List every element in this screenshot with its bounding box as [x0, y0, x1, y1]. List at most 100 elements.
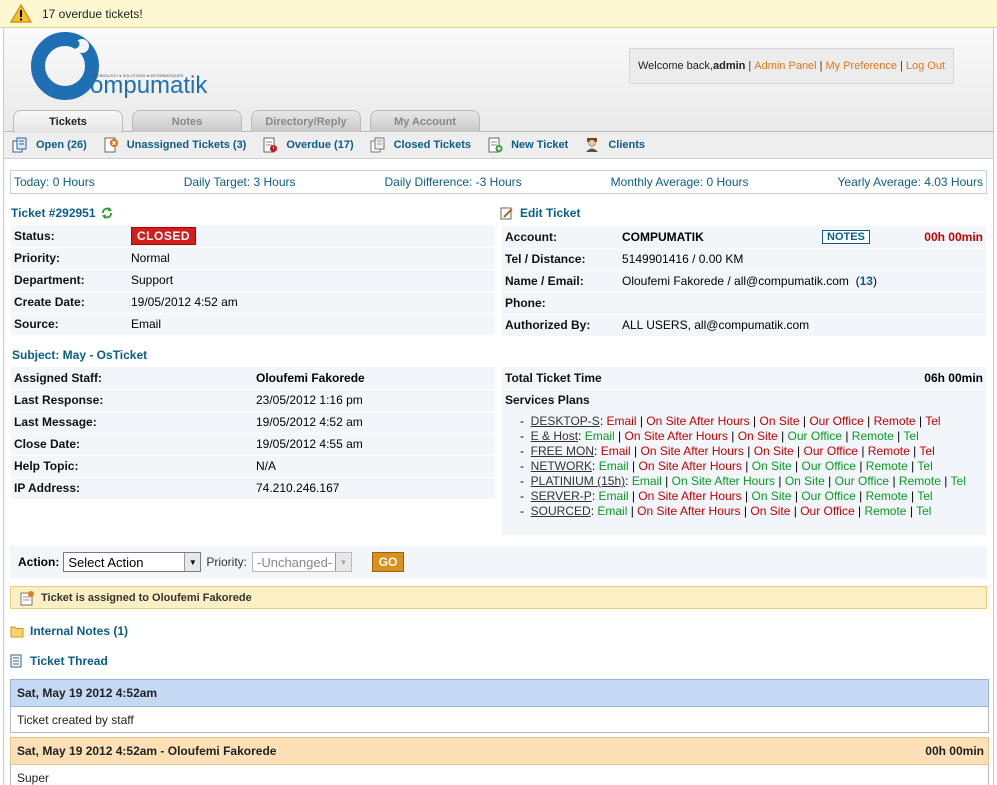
- tab-notes[interactable]: Notes: [132, 110, 242, 132]
- help-topic-label: Help Topic:: [11, 455, 253, 478]
- table-row: Source: Email: [11, 313, 495, 336]
- table-row: Priority: Normal: [11, 247, 495, 270]
- service-option: Our Office: [803, 444, 858, 458]
- chevron-down-icon: ▼: [184, 553, 201, 571]
- table-row: Assigned Staff: Oloufemi Fakorede: [11, 367, 495, 390]
- service-plan-name[interactable]: DESKTOP-S: [531, 414, 600, 428]
- subnav-clients[interactable]: Clients: [584, 137, 645, 153]
- name-email-value: Oloufemi Fakorede / all@compumatik.com: [622, 274, 849, 288]
- priority-value: Normal: [128, 247, 495, 270]
- subnav-open[interactable]: Open (26): [12, 137, 87, 153]
- table-row: Last Message: 19/05/2012 4:52 am: [11, 411, 495, 434]
- unassigned-icon: [104, 137, 118, 153]
- service-plan-row: - DESKTOP-S: Email | On Site After Hours…: [520, 414, 941, 428]
- go-button[interactable]: GO: [372, 552, 404, 572]
- stat-monthly-average: Monthly Average: 0 Hours: [610, 175, 749, 189]
- subnav-unassigned-label: Unassigned Tickets (3): [126, 139, 247, 151]
- create-date-value: 19/05/2012 4:52 am: [128, 291, 495, 314]
- service-plan-row: - FREE MON: Email | On Site After Hours …: [520, 444, 935, 458]
- assigned-staff-value: Oloufemi Fakorede: [253, 367, 495, 390]
- subnav-closed[interactable]: Closed Tickets: [370, 137, 471, 153]
- ip-address-label: IP Address:: [11, 477, 253, 500]
- logo-tagline: TECHNOLOGY ● SOLUTIONS ● INFORMATIQUES: [90, 73, 184, 78]
- refresh-icon[interactable]: [100, 206, 114, 220]
- logout-link[interactable]: Log Out: [906, 60, 945, 72]
- ticket-subnav: Open (26) Unassigned Tickets (3) Overdue…: [4, 132, 993, 159]
- service-plan-row: - SOURCED: Email | On Site After Hours |…: [520, 504, 932, 518]
- service-option: On Site: [750, 504, 791, 518]
- assignment-text: Ticket is assigned to Oloufemi Fakorede: [41, 591, 252, 604]
- action-label: Action:: [18, 555, 60, 569]
- service-option: Email: [631, 474, 662, 488]
- action-select[interactable]: Select Action ▼: [63, 552, 202, 572]
- service-option: On Site: [784, 474, 825, 488]
- stat-daily-target: Daily Target: 3 Hours: [183, 175, 296, 189]
- ticket-number-heading[interactable]: Ticket #292951: [11, 206, 114, 220]
- folder-icon: [10, 626, 24, 637]
- service-option: Remote: [873, 414, 916, 428]
- username: admin: [712, 60, 746, 72]
- status-badge: CLOSED: [131, 226, 197, 245]
- department-value: Support: [128, 269, 495, 292]
- status-label: Status:: [11, 225, 128, 248]
- table-row: Create Date: 19/05/2012 4:52 am: [11, 291, 495, 314]
- service-plan-name[interactable]: SERVER-P: [531, 489, 592, 503]
- main-frame: ompumatik TECHNOLOGY ● SOLUTIONS ● INFOR…: [3, 28, 994, 785]
- warning-icon: [10, 4, 32, 23]
- account-label: Account:: [502, 226, 619, 249]
- table-row: Status: CLOSED: [11, 225, 495, 248]
- service-plan-name[interactable]: NETWORK: [531, 459, 592, 473]
- create-date-label: Create Date:: [11, 291, 128, 314]
- table-row: Services Plans: [502, 389, 986, 412]
- service-option: Tel: [916, 504, 932, 518]
- service-option: Our Office: [787, 429, 842, 443]
- priority-select[interactable]: -Unchanged- ▼: [252, 552, 352, 572]
- subnav-overdue[interactable]: Overdue (17): [262, 137, 354, 153]
- main-tabs: Tickets Notes Directory/Reply My Account: [4, 110, 993, 133]
- service-plan-row: - NETWORK: Email | On Site After Hours |…: [520, 459, 933, 473]
- clients-icon: [586, 138, 599, 152]
- service-plan-name[interactable]: PLATINIUM (15h): [531, 474, 625, 488]
- service-plan-name[interactable]: SOURCED: [531, 504, 591, 518]
- service-option: Tel: [903, 429, 919, 443]
- tab-my-account[interactable]: My Account: [370, 110, 480, 132]
- ticket-count-link[interactable]: 13: [860, 274, 873, 288]
- notes-button[interactable]: NOTES: [822, 230, 870, 245]
- subnav-unassigned[interactable]: Unassigned Tickets (3): [103, 137, 247, 153]
- service-option: On Site: [751, 459, 792, 473]
- table-row: Phone:: [502, 292, 986, 315]
- edit-ticket-label: Edit Ticket: [520, 206, 581, 220]
- service-option: Email: [606, 414, 637, 428]
- ticket-thread-label: Ticket Thread: [30, 654, 108, 668]
- service-option: Remote: [865, 489, 908, 503]
- ticket-info-table: Status: CLOSED Priority: Normal Department…: [11, 225, 495, 336]
- stat-yearly-average: Yearly Average: 4.03 Hours: [837, 175, 983, 189]
- internal-notes-link[interactable]: Internal Notes (1): [10, 624, 128, 638]
- action-bar: Action: Select Action ▼ Priority: -Uncha…: [10, 546, 987, 578]
- subnav-open-label: Open (26): [36, 139, 87, 151]
- closed-tickets-icon: [370, 137, 385, 153]
- admin-panel-link[interactable]: Admin Panel: [754, 60, 816, 72]
- table-row: Help Topic: N/A: [11, 455, 495, 478]
- service-plan-name[interactable]: FREE MON: [531, 444, 594, 458]
- service-option: Our Office: [800, 504, 855, 518]
- account-value: COMPUMATIK: [619, 226, 819, 249]
- thread-entry-body: Ticket created by staff: [10, 707, 989, 733]
- overdue-icon: [263, 137, 278, 153]
- table-row: Close Date: 19/05/2012 4:55 am: [11, 433, 495, 456]
- service-option: On Site: [753, 444, 794, 458]
- assigned-staff-label: Assigned Staff:: [11, 367, 253, 390]
- edit-ticket-link[interactable]: Edit Ticket: [500, 206, 580, 220]
- tab-directory-reply[interactable]: Directory/Reply: [251, 110, 361, 132]
- service-option: Our Office: [801, 489, 856, 503]
- subnav-new-ticket[interactable]: New Ticket: [487, 137, 568, 153]
- preferences-link[interactable]: My Preference: [825, 60, 897, 72]
- last-message-value: 19/05/2012 4:52 am: [253, 411, 495, 434]
- service-plan-name[interactable]: E & Host: [531, 429, 578, 443]
- subnav-overdue-label: Overdue (17): [286, 139, 354, 151]
- tab-tickets[interactable]: Tickets: [13, 110, 123, 133]
- compumatik-logo[interactable]: ompumatik TECHNOLOGY ● SOLUTIONS ● INFOR…: [28, 32, 213, 107]
- priority-select-value: -Unchanged-: [257, 554, 333, 570]
- service-option: Email: [600, 444, 631, 458]
- chevron-down-icon: ▼: [335, 553, 351, 571]
